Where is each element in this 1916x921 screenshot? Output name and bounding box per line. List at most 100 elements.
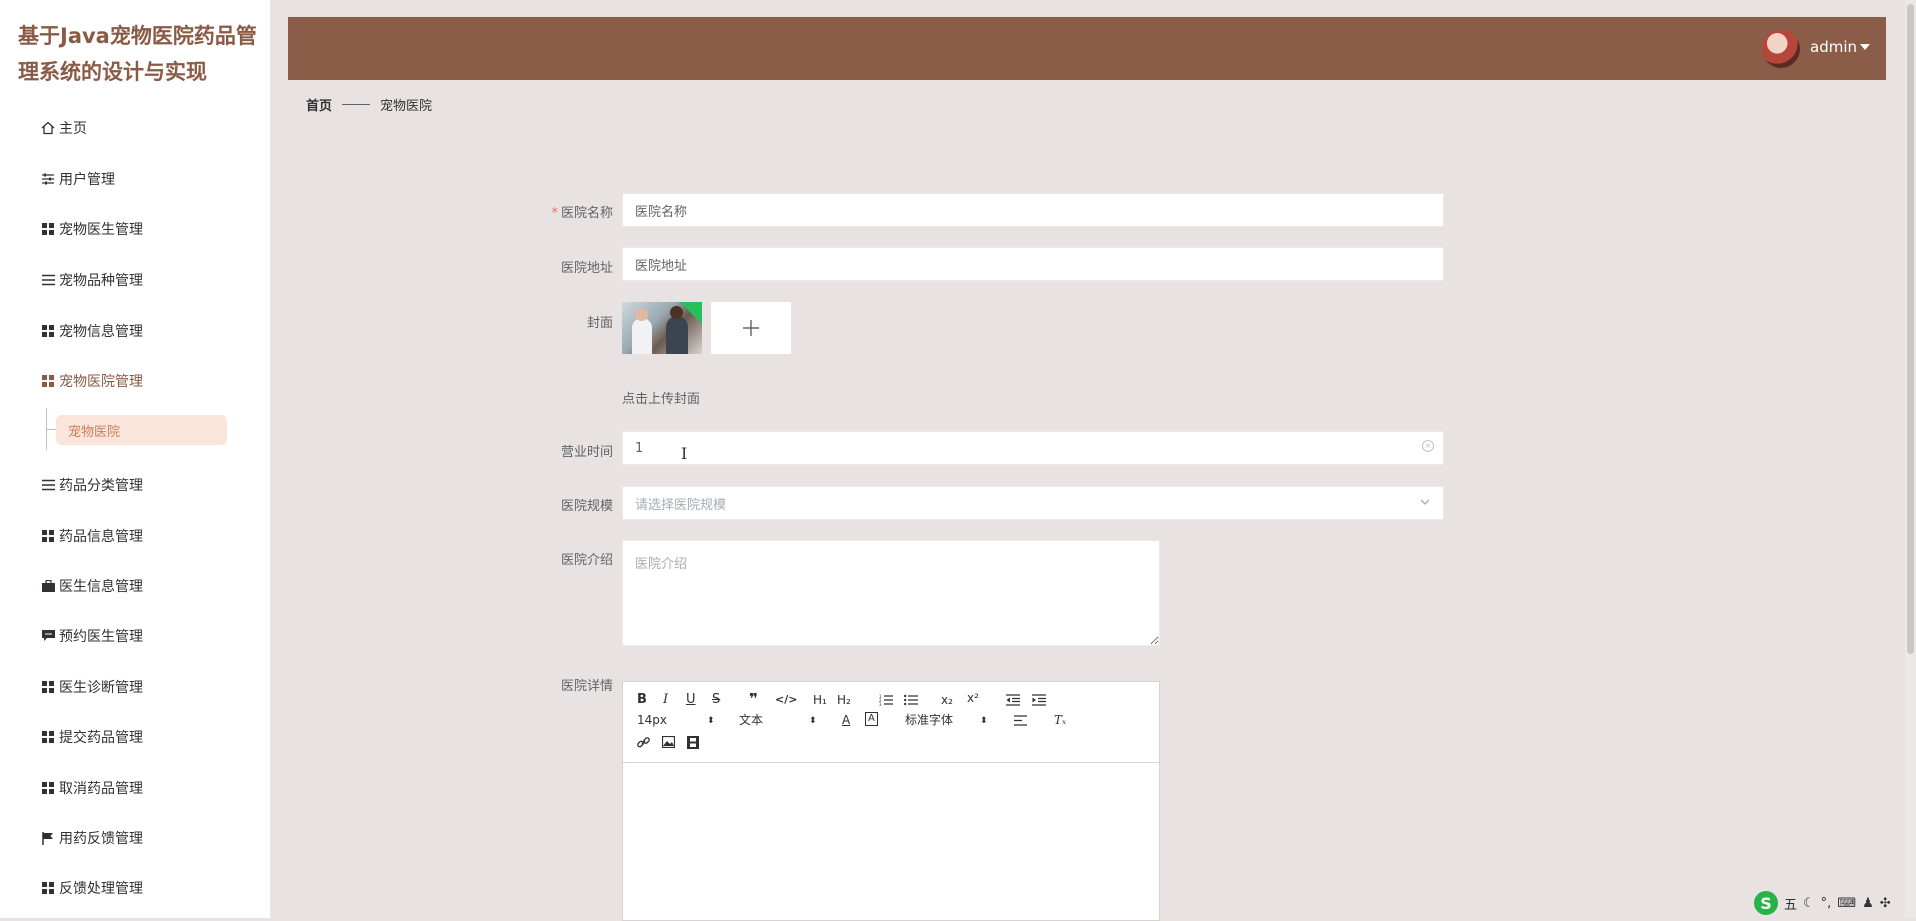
sidebar-item-appointment[interactable]: 预约医生管理 (40, 623, 143, 649)
chat-icon (40, 628, 56, 644)
video-icon[interactable] (687, 736, 699, 749)
thumbnail-figure (632, 318, 652, 354)
submenu-item-pet-hospital[interactable]: 宠物医院 (56, 415, 227, 445)
italic-icon[interactable]: I (663, 692, 668, 708)
briefcase-icon (40, 578, 56, 594)
sidebar-item-pet-hospital[interactable]: 宠物医院管理 (40, 368, 143, 394)
sidebar-item-label: 宠物信息管理 (59, 324, 143, 340)
background-color-icon[interactable]: A (865, 712, 878, 726)
sidebar-item-home[interactable]: 主页 (40, 115, 87, 141)
ime-mode[interactable]: 五 (1784, 894, 1797, 913)
updown-icon: ⬍ (980, 716, 988, 726)
indent-icon[interactable] (1032, 694, 1046, 706)
user-name[interactable]: admin (1810, 38, 1857, 56)
clear-icon[interactable]: × (1422, 440, 1434, 452)
plus-icon (743, 320, 759, 336)
sidebar-item-medication-feedback[interactable]: 用药反馈管理 (40, 825, 143, 851)
flag-icon (40, 830, 56, 846)
sidebar-item-pet-doctor[interactable]: 宠物医生管理 (40, 216, 143, 242)
page-scrollbar[interactable] (1905, 0, 1916, 918)
sidebar: 基于Java宠物医院药品管理系统的设计与实现 主页 用户管理 宠物医生管理 宠物… (0, 0, 270, 918)
underline-icon[interactable]: U (686, 692, 696, 708)
caret-down-icon[interactable] (1860, 44, 1870, 50)
cover-thumbnail[interactable] (622, 302, 702, 354)
sidebar-item-label: 医生信息管理 (59, 579, 143, 595)
subscript-icon[interactable]: x₂ (941, 692, 953, 708)
breadcrumb-current: 宠物医院 (380, 99, 433, 114)
blockquote-icon[interactable]: ❞ (749, 691, 758, 707)
image-icon[interactable] (662, 736, 675, 748)
heading-1-icon[interactable]: H₁ (813, 692, 827, 708)
strikethrough-icon[interactable]: S (712, 692, 720, 708)
code-block-icon[interactable]: </> (775, 692, 797, 708)
list-icon (40, 477, 56, 493)
bullet-list-icon[interactable] (904, 694, 918, 706)
sidebar-item-cancel-drug[interactable]: 取消药品管理 (40, 775, 143, 801)
hospital-name-label: * 医院名称 (551, 206, 613, 221)
grid-icon (40, 221, 56, 237)
breadcrumb: 首页 宠物医院 (306, 95, 432, 114)
sidebar-item-submit-drug[interactable]: 提交药品管理 (40, 724, 143, 750)
grid-icon (40, 679, 56, 695)
sidebar-item-label: 预约医生管理 (59, 629, 143, 645)
grid-icon (40, 528, 56, 544)
superscript-icon[interactable]: x² (967, 690, 979, 706)
sidebar-item-pet-info[interactable]: 宠物信息管理 (40, 318, 143, 344)
breadcrumb-home[interactable]: 首页 (306, 95, 332, 114)
ordered-list-icon[interactable]: 123 (879, 694, 893, 706)
cover-label: 封面 (586, 316, 613, 331)
hospital-address-input[interactable] (622, 247, 1444, 281)
keyboard-icon[interactable]: ⌨ (1837, 896, 1856, 911)
sidebar-item-doctor-info[interactable]: 医生信息管理 (40, 573, 143, 599)
sidebar-item-label: 宠物品种管理 (59, 273, 143, 289)
grid-icon (40, 780, 56, 796)
cover-upload-button[interactable] (711, 302, 791, 354)
mouse-cursor-icon: I (681, 444, 688, 463)
font-size-select[interactable]: 14px ⬍ (637, 712, 717, 728)
apps-icon[interactable]: ✣ (1880, 896, 1891, 911)
svg-text:3: 3 (879, 702, 882, 706)
clear-format-icon[interactable]: Tₓ (1054, 712, 1066, 728)
success-badge (680, 302, 702, 324)
app-title: 基于Java宠物医院药品管理系统的设计与实现 (18, 24, 257, 84)
outdent-icon[interactable] (1006, 694, 1020, 706)
font-color-icon[interactable]: A (842, 712, 850, 728)
sidebar-item-label: 药品分类管理 (59, 478, 143, 494)
business-hours-input[interactable] (622, 431, 1444, 465)
hospital-scale-label: 医院规模 (560, 499, 613, 514)
ime-toolbar: S 五 ☾ °, ⌨ ♟ ✣ (1754, 890, 1891, 916)
editor-content[interactable] (623, 763, 1159, 913)
business-hours-label: 营业时间 (560, 445, 613, 460)
heading-2-icon[interactable]: H₂ (837, 692, 851, 708)
sidebar-item-pet-breed[interactable]: 宠物品种管理 (40, 267, 143, 293)
punctuation-icon[interactable]: °, (1821, 896, 1832, 911)
sidebar-item-label: 用户管理 (59, 172, 115, 188)
align-left-icon[interactable] (1014, 715, 1027, 726)
font-family-select[interactable]: 标准字体 ⬍ (905, 712, 995, 728)
updown-icon: ⬍ (707, 716, 715, 726)
grid-icon (40, 373, 56, 389)
link-icon[interactable] (637, 736, 650, 749)
hospital-name-input[interactable] (622, 193, 1444, 227)
sidebar-item-drug-info[interactable]: 药品信息管理 (40, 523, 143, 549)
hospital-intro-textarea[interactable] (622, 540, 1160, 646)
select-placeholder: 请选择医院规模 (635, 497, 727, 513)
sogou-logo-icon[interactable]: S (1754, 891, 1778, 915)
scrollbar-thumb[interactable] (1907, 4, 1914, 654)
grid-icon (40, 729, 56, 745)
sidebar-item-drug-category[interactable]: 药品分类管理 (40, 472, 143, 498)
header-type-select[interactable]: 文本 ⬍ (739, 712, 819, 728)
sidebar-item-user-management[interactable]: 用户管理 (40, 166, 115, 192)
avatar[interactable] (1762, 30, 1800, 68)
moon-icon[interactable]: ☾ (1803, 896, 1815, 911)
user-icon[interactable]: ♟ (1862, 896, 1874, 911)
hospital-scale-select[interactable]: 请选择医院规模 (622, 486, 1444, 520)
sidebar-item-label: 提交药品管理 (59, 730, 143, 746)
bold-icon[interactable]: B (637, 692, 647, 708)
sidebar-item-diagnosis[interactable]: 医生诊断管理 (40, 674, 143, 700)
sidebar-item-label: 药品信息管理 (59, 529, 143, 545)
sidebar-item-feedback-handling[interactable]: 反馈处理管理 (40, 875, 143, 901)
thumbnail-figure (635, 308, 648, 321)
sidebar-item-label: 用药反馈管理 (59, 831, 143, 847)
required-mark: * (551, 206, 558, 221)
